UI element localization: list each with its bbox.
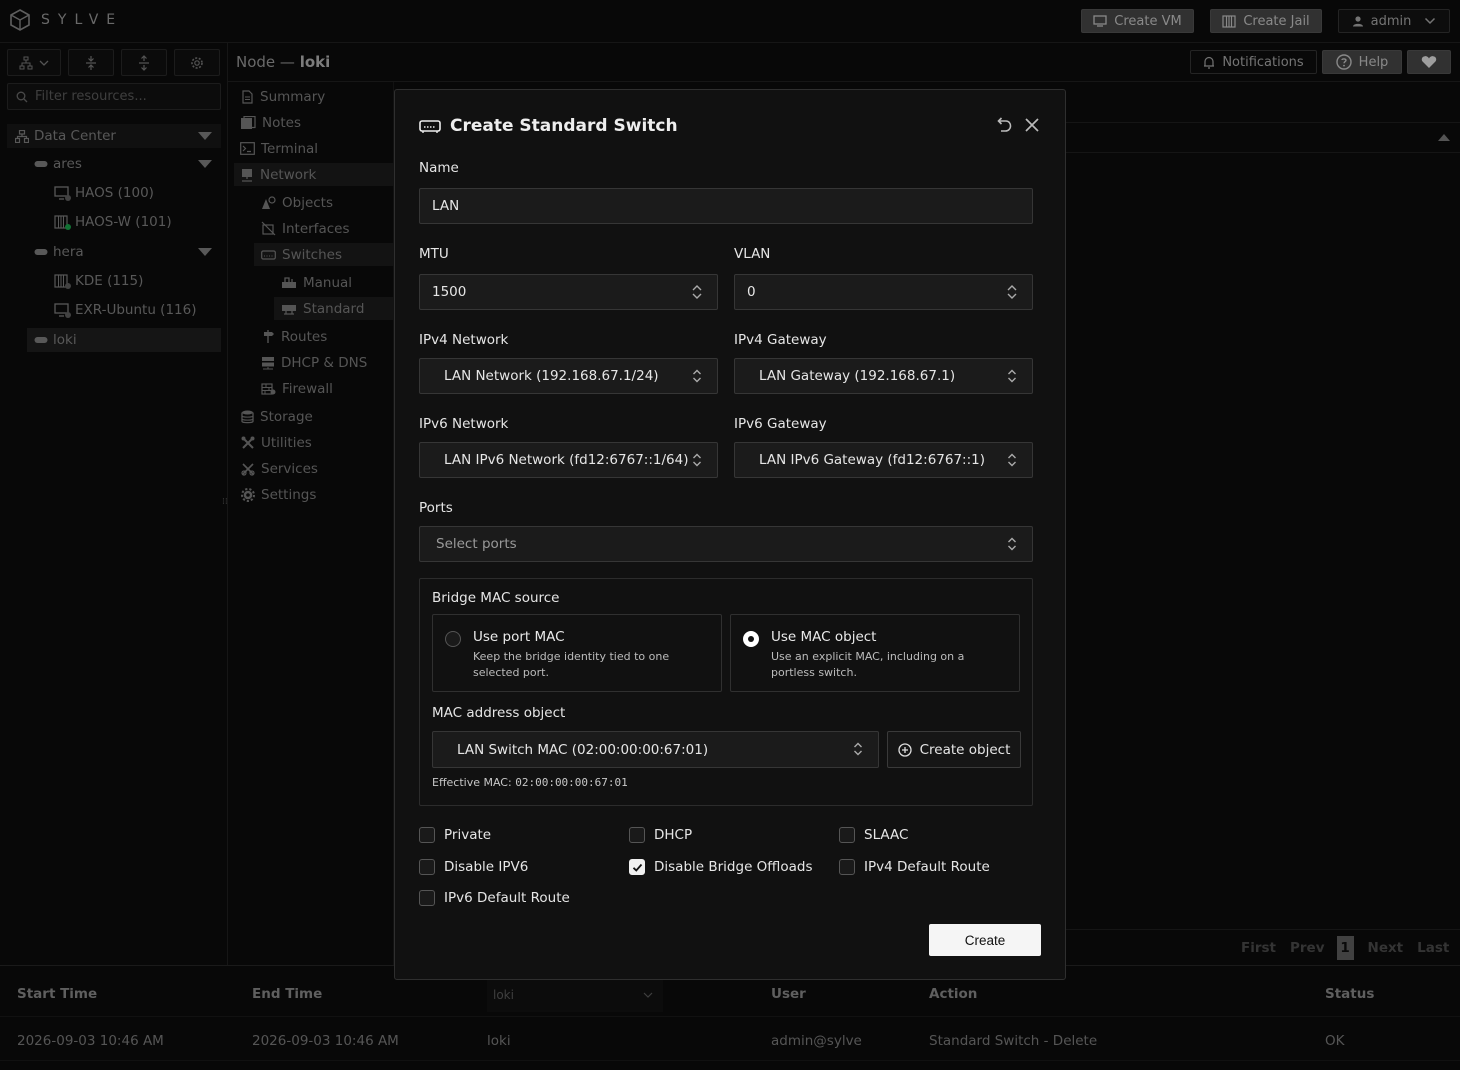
dialog-title-text: Create Standard Switch	[450, 116, 678, 136]
create-object-button[interactable]: Create object	[887, 731, 1021, 768]
checkbox-label: SLAAC	[864, 827, 909, 843]
name-input[interactable]: LAN	[419, 188, 1033, 224]
check-icon	[632, 863, 643, 872]
ipv6-network-value: LAN IPv6 Network (fd12:6767::1/64)	[444, 452, 689, 468]
checkbox-label: Private	[444, 827, 492, 843]
checkbox-box[interactable]	[419, 827, 435, 843]
effective-mac: Effective MAC: 02:00:00:00:67:01	[432, 776, 628, 789]
effective-mac-label: Effective MAC:	[432, 776, 512, 789]
ports-select[interactable]: Select ports	[419, 526, 1033, 562]
chevron-up-down-icon	[1008, 537, 1016, 551]
checkbox-label: IPv6 Default Route	[444, 890, 570, 906]
checkbox-label: DHCP	[654, 827, 693, 843]
radio-mac-object[interactable]	[743, 631, 759, 647]
plus-circle-icon	[897, 742, 912, 757]
stepper-icon[interactable]	[691, 284, 703, 300]
ipv4-gateway-value: LAN Gateway (192.168.67.1)	[759, 368, 956, 384]
create-object-label: Create object	[919, 741, 1011, 758]
ports-label: Ports	[419, 500, 453, 516]
checkbox-disable-bridge-offloads[interactable]: Disable Bridge Offloads	[629, 859, 812, 875]
checkbox-label: Disable IPV6	[444, 859, 529, 875]
option-description: Keep the bridge identity tied to one sel…	[473, 650, 670, 679]
checkbox-dhcp[interactable]: DHCP	[629, 827, 692, 843]
ipv6-network-label: IPv6 Network	[419, 416, 509, 432]
mtu-input[interactable]: 1500	[419, 274, 718, 310]
chevron-up-down-icon	[1008, 453, 1016, 467]
ipv6-gateway-select[interactable]: LAN IPv6 Gateway (fd12:6767::1)	[734, 442, 1033, 478]
effective-mac-value: 02:00:00:00:67:01	[515, 776, 628, 789]
mac-object-value: LAN Switch MAC (02:00:00:00:67:01)	[457, 741, 709, 758]
dialog-title: Create Standard Switch	[419, 116, 678, 136]
ipv6-network-select[interactable]: LAN IPv6 Network (fd12:6767::1/64)	[419, 442, 718, 478]
radio-port-mac[interactable]	[445, 631, 461, 647]
vlan-input[interactable]: 0	[734, 274, 1033, 310]
checkbox-disable-ipv6[interactable]: Disable IPV6	[419, 859, 528, 875]
mac-object-label: MAC address object	[432, 705, 566, 721]
name-label: Name	[419, 160, 459, 176]
ports-placeholder: Select ports	[436, 536, 517, 552]
ipv4-gateway-select[interactable]: LAN Gateway (192.168.67.1)	[734, 358, 1033, 394]
option-mac-object[interactable]: Use MAC object Use an explicit MAC, incl…	[730, 614, 1020, 692]
option-description: Use an explicit MAC, including on a port…	[771, 650, 965, 679]
checkbox-ipv6-default-route[interactable]: IPv6 Default Route	[419, 890, 570, 906]
ipv4-network-value: LAN Network (192.168.67.1/24)	[444, 368, 659, 384]
checkbox-box[interactable]	[419, 859, 435, 875]
mtu-value: 1500	[432, 284, 467, 300]
checkbox-box[interactable]	[419, 890, 435, 906]
option-title: Use MAC object	[771, 629, 877, 645]
checkbox-box-checked[interactable]	[629, 859, 645, 875]
checkbox-slaac[interactable]: SLAAC	[839, 827, 908, 843]
chevron-up-down-icon	[854, 742, 862, 756]
ipv6-gateway-label: IPv6 Gateway	[734, 416, 827, 432]
chevron-up-down-icon	[1008, 369, 1016, 383]
vlan-label: VLAN	[734, 246, 771, 262]
name-value: LAN	[432, 198, 460, 214]
create-button[interactable]: Create	[929, 924, 1041, 956]
checkbox-box[interactable]	[629, 827, 645, 843]
ipv4-network-select[interactable]: LAN Network (192.168.67.1/24)	[419, 358, 718, 394]
option-title: Use port MAC	[473, 629, 565, 645]
ipv4-network-label: IPv4 Network	[419, 332, 509, 348]
checkbox-label: Disable Bridge Offloads	[654, 859, 813, 875]
close-icon[interactable]	[1023, 116, 1041, 134]
mtu-label: MTU	[419, 246, 449, 262]
chevron-up-down-icon	[693, 369, 701, 383]
bridge-mac-section: Bridge MAC source Use port MAC Keep the …	[419, 578, 1033, 806]
vlan-value: 0	[747, 284, 756, 300]
checkbox-ipv4-default-route[interactable]: IPv4 Default Route	[839, 859, 990, 875]
bridge-mac-label: Bridge MAC source	[432, 590, 560, 606]
stepper-icon[interactable]	[1006, 284, 1018, 300]
ipv4-gateway-label: IPv4 Gateway	[734, 332, 827, 348]
chevron-up-down-icon	[693, 453, 701, 467]
reset-icon[interactable]	[995, 116, 1013, 134]
option-port-mac[interactable]: Use port MAC Keep the bridge identity ti…	[432, 614, 722, 692]
mac-object-select[interactable]: LAN Switch MAC (02:00:00:00:67:01)	[432, 731, 879, 768]
checkbox-box[interactable]	[839, 827, 855, 843]
checkbox-label: IPv4 Default Route	[864, 859, 990, 875]
ipv6-gateway-value: LAN IPv6 Gateway (fd12:6767::1)	[759, 452, 985, 468]
checkbox-box[interactable]	[839, 859, 855, 875]
switch-icon	[419, 120, 441, 133]
create-standard-switch-dialog: Create Standard Switch Name LAN MTU 1500…	[394, 89, 1066, 980]
checkbox-private[interactable]: Private	[419, 827, 491, 843]
